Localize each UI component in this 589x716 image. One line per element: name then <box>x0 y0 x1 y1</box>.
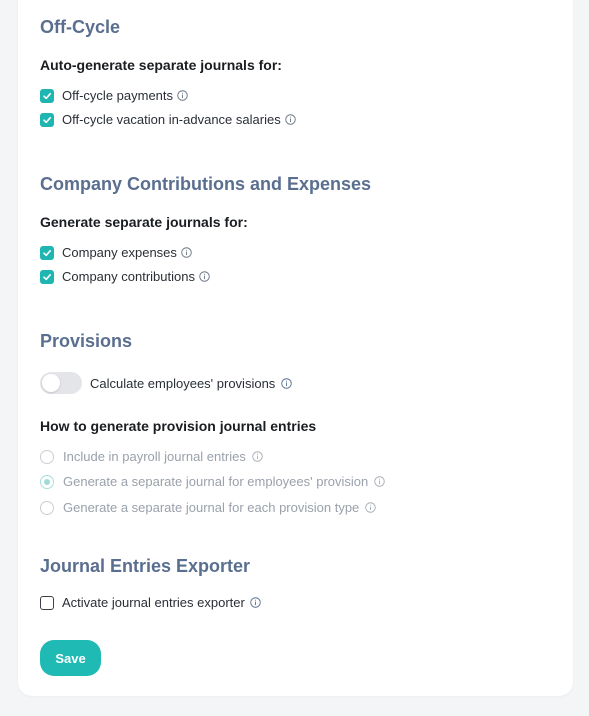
provisions-subheading: How to generate provision journal entrie… <box>40 418 317 434</box>
offcycle-payments-label: Off-cycle payments <box>62 88 174 103</box>
info-icon[interactable] <box>199 271 210 282</box>
info-icon[interactable] <box>181 247 192 258</box>
offcycle-payments-checkbox[interactable] <box>40 88 54 103</box>
offcycle-vacation-label: Off-cycle vacation in-advance salaries <box>62 112 281 127</box>
info-icon[interactable] <box>374 476 385 487</box>
provision-option-type-radio[interactable] <box>40 500 54 515</box>
offcycle-section-title: Off-Cycle <box>40 17 121 37</box>
contributions-section-title: Company Contributions and Expenses <box>40 174 372 194</box>
save-button[interactable]: Save <box>40 640 101 676</box>
provisions-toggle[interactable] <box>40 372 82 394</box>
check-icon <box>43 92 51 99</box>
radio-dot <box>44 478 50 485</box>
contributions-subheading: Generate separate journals for: <box>40 214 248 230</box>
company-expenses-label: Company expenses <box>62 245 177 260</box>
offcycle-payments-option[interactable]: Off-cycle payments <box>40 88 188 103</box>
exporter-checkbox[interactable] <box>40 595 54 610</box>
provisions-section-title: Provisions <box>40 331 133 351</box>
info-icon[interactable] <box>252 451 263 462</box>
exporter-label: Activate journal entries exporter <box>62 595 245 610</box>
exporter-section-title: Journal Entries Exporter <box>40 556 251 576</box>
info-icon[interactable] <box>365 502 377 513</box>
offcycle-vacation-checkbox[interactable] <box>40 112 54 127</box>
provision-option-employees-label: Generate a separate journal for employee… <box>63 474 369 489</box>
info-icon[interactable] <box>250 597 261 608</box>
provisions-toggle-row: Calculate employees' provisions <box>40 372 293 394</box>
company-expenses-option[interactable]: Company expenses <box>40 245 192 260</box>
info-icon[interactable] <box>284 114 296 125</box>
provision-option-payroll-radio[interactable] <box>40 449 54 464</box>
check-icon <box>43 116 51 123</box>
company-contributions-option[interactable]: Company contributions <box>40 269 210 284</box>
provision-option-payroll-label: Include in payroll journal entries <box>63 449 246 464</box>
exporter-option[interactable]: Activate journal entries exporter <box>40 595 261 610</box>
offcycle-vacation-option[interactable]: Off-cycle vacation in-advance salaries <box>40 112 296 127</box>
company-expenses-checkbox[interactable] <box>40 245 54 260</box>
offcycle-subheading: Auto-generate separate journals for: <box>40 57 282 73</box>
check-icon <box>43 249 51 256</box>
provision-option-employees[interactable]: Generate a separate journal for employee… <box>40 474 385 489</box>
provision-option-employees-radio[interactable] <box>40 474 54 489</box>
provision-option-payroll[interactable]: Include in payroll journal entries <box>40 449 263 464</box>
toggle-knob <box>42 374 60 392</box>
company-contributions-checkbox[interactable] <box>40 269 54 284</box>
check-icon <box>43 273 51 280</box>
provision-option-type[interactable]: Generate a separate journal for each pro… <box>40 500 377 515</box>
company-contributions-label: Company contributions <box>62 269 195 284</box>
provision-option-type-label: Generate a separate journal for each pro… <box>63 500 360 515</box>
info-icon[interactable] <box>281 377 293 389</box>
provisions-toggle-label: Calculate employees' provisions <box>90 375 276 391</box>
info-icon[interactable] <box>177 90 188 101</box>
